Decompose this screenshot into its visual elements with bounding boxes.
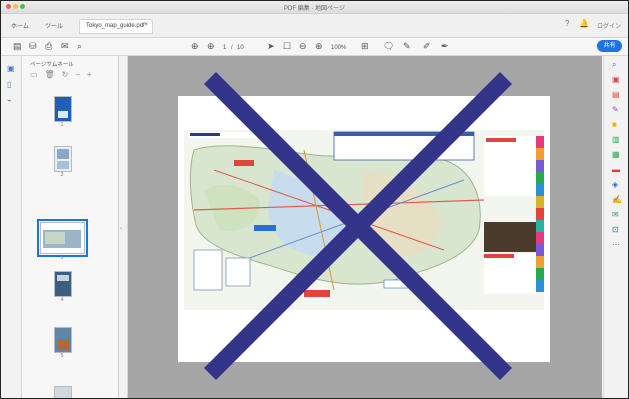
page-thumbnail[interactable]: [54, 96, 72, 122]
left-rail: ▣ ▯ ⌁: [1, 56, 22, 398]
hand-tool-icon[interactable]: ☐: [283, 41, 291, 51]
page-thumbnail[interactable]: [54, 271, 72, 297]
map-page-content: [184, 130, 544, 310]
zoom-out-icon[interactable]: −: [75, 70, 80, 79]
right-tools-rail: ⌕ ▣ ▤ ✎ ■ ▥ ▦ ▬ ◈ ✍ ✉ ⊡ ⋯: [603, 56, 628, 398]
highlight-icon[interactable]: ✎: [403, 41, 411, 51]
print-icon[interactable]: ⎙: [45, 41, 52, 51]
title-bar: PDF 編集 · 地図ページ: [1, 1, 628, 14]
pen-icon[interactable]: ✒: [441, 41, 449, 51]
organize-pages-icon[interactable]: ▦: [612, 150, 620, 159]
create-pdf-icon[interactable]: ▤: [13, 41, 22, 51]
rotate-page-icon[interactable]: ↻: [62, 70, 69, 79]
window-title: PDF 編集 · 地図ページ: [284, 6, 345, 12]
tab-tools[interactable]: ツール: [45, 21, 63, 30]
select-tool-icon[interactable]: ➤: [267, 41, 275, 51]
page-down-icon[interactable]: ⊕: [207, 41, 215, 51]
comment-icon[interactable]: 🗨: [383, 41, 394, 51]
document-canvas[interactable]: [128, 56, 602, 398]
export-pdf-icon[interactable]: ▣: [612, 75, 620, 84]
protect-icon[interactable]: ◈: [612, 180, 618, 189]
collapse-panel-icon[interactable]: ‹: [120, 226, 122, 232]
page-number-field[interactable]: 1: [223, 43, 226, 53]
page-number: 1: [60, 122, 64, 128]
page-thumbnail[interactable]: [54, 146, 72, 172]
combine-files-icon[interactable]: ▥: [612, 135, 620, 144]
sign-in-link[interactable]: ログイン: [597, 21, 621, 30]
search-icon[interactable]: ⌕: [77, 41, 82, 51]
fit-page-icon[interactable]: ⊞: [361, 41, 369, 51]
page-number: 4: [60, 297, 64, 303]
redact-icon[interactable]: ▬: [612, 165, 620, 174]
comment-icon[interactable]: ■: [612, 120, 617, 129]
document-tab-label: Tokyo_map_guide.pdf: [86, 23, 145, 29]
page-thumbnail[interactable]: [54, 327, 72, 353]
page-options-icon[interactable]: ▭: [30, 70, 38, 79]
save-icon[interactable]: ⛁: [29, 41, 37, 51]
fill-sign-icon[interactable]: ✍: [612, 195, 622, 204]
zoom-out-icon[interactable]: ⊖: [299, 41, 307, 51]
page-number: 2: [60, 172, 64, 178]
map-illustration: [184, 130, 544, 310]
app-window: PDF 編集 · 地図ページ ホーム ツール Tokyo_map_guide.p…: [0, 0, 629, 399]
more-tools-icon[interactable]: ⋯: [612, 240, 620, 249]
page-thumbnail-selected[interactable]: [37, 219, 88, 257]
delete-page-icon[interactable]: 🗑: [45, 70, 55, 79]
tab-home[interactable]: ホーム: [11, 21, 29, 30]
page-total: 10: [237, 45, 244, 51]
share-button[interactable]: 共有: [597, 40, 622, 52]
pdf-page: [178, 96, 550, 362]
page-thumbnails-icon[interactable]: ▣: [7, 64, 15, 73]
close-tab-icon[interactable]: ×: [144, 22, 148, 28]
panel-splitter[interactable]: ‹: [119, 56, 128, 398]
mail-icon[interactable]: ✉: [61, 41, 69, 51]
notifications-icon[interactable]: 🔔: [579, 19, 589, 28]
page-separator: /: [231, 45, 233, 51]
edit-pdf-icon[interactable]: ✎: [612, 105, 619, 114]
send-for-signature-icon[interactable]: ✉: [612, 210, 619, 219]
page-thumbnail[interactable]: [54, 386, 72, 398]
create-pdf-icon[interactable]: ▤: [612, 90, 620, 99]
thumbnails-panel: ページサムネール ▭ 🗑 ↻ − + 1 2 3 4 5: [22, 56, 133, 398]
tab-document[interactable]: Tokyo_map_guide.pdf ×: [79, 19, 153, 34]
page-up-icon[interactable]: ⊕: [191, 41, 199, 51]
page-number: 3: [60, 255, 64, 261]
attachment-icon[interactable]: ⌁: [7, 96, 12, 105]
draw-icon[interactable]: ✐: [423, 41, 431, 51]
thumbnails-panel-title: ページサムネール: [30, 62, 74, 68]
zoom-in-icon[interactable]: ⊕: [315, 41, 323, 51]
search-icon[interactable]: ⌕: [612, 60, 616, 69]
scan-ocr-icon[interactable]: ⊡: [612, 225, 619, 234]
bookmark-icon[interactable]: ▯: [7, 80, 11, 89]
toolbar: ▤ ⛁ ⎙ ✉ ⌕ ⊕ ⊕ 1 / 10 ➤ ☐ ⊖ ⊕ 100% ⊞ 🗨 ✎ …: [1, 38, 628, 56]
page-number: 5: [60, 353, 64, 359]
zoom-in-icon[interactable]: +: [87, 70, 92, 79]
help-icon[interactable]: ?: [565, 19, 569, 28]
thumbnails-toolbar: ▭ 🗑 ↻ − +: [30, 70, 97, 80]
tab-bar: ホーム ツール Tokyo_map_guide.pdf × ? 🔔 ログイン: [1, 14, 628, 38]
zoom-level[interactable]: 100%: [331, 43, 346, 53]
